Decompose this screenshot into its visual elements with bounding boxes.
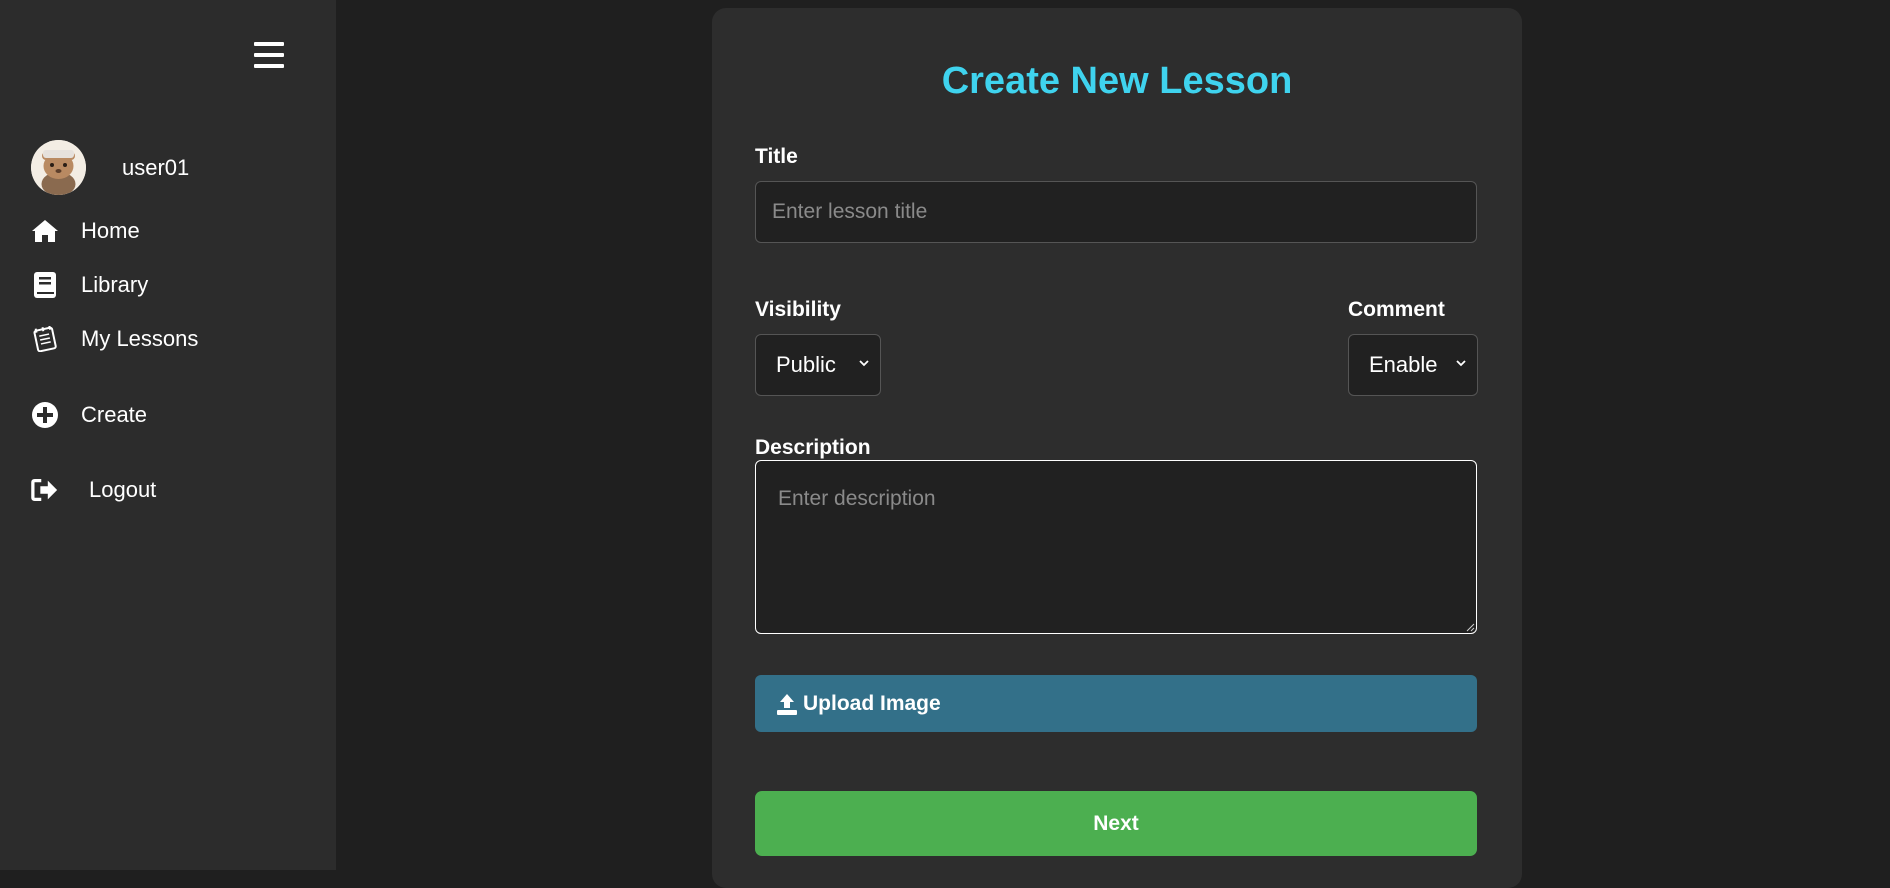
sign-out-icon: [31, 476, 59, 504]
notepad-icon: [31, 325, 59, 353]
sidebar-item-home[interactable]: Home: [31, 217, 140, 245]
sidebar-item-my-lessons[interactable]: My Lessons: [31, 325, 198, 353]
lesson-title-input[interactable]: [755, 181, 1477, 243]
sidebar-item-label: Logout: [89, 477, 157, 502]
sidebar-item-logout[interactable]: Logout: [31, 476, 156, 504]
hamburger-menu-icon[interactable]: [254, 40, 284, 70]
upload-image-label: Upload Image: [803, 691, 941, 715]
create-lesson-panel: Create New Lesson Title Visibility Publi…: [712, 8, 1522, 888]
comment-select-value: Enable: [1369, 352, 1438, 377]
page-title: Create New Lesson: [941, 60, 1293, 102]
next-button[interactable]: Next: [755, 791, 1477, 856]
plus-circle-icon: [31, 401, 59, 429]
comment-select[interactable]: Enable: [1348, 334, 1478, 396]
next-label: Next: [1093, 811, 1139, 835]
title-label: Title: [755, 145, 798, 168]
visibility-select-value: Public: [776, 352, 836, 377]
description-textarea[interactable]: [755, 460, 1477, 634]
sidebar-item-label: Home: [81, 218, 140, 243]
username: user01: [122, 154, 190, 180]
description-label: Description: [755, 436, 871, 459]
book-icon: [31, 271, 59, 299]
chevron-down-icon: [1456, 360, 1466, 367]
user-profile[interactable]: user01: [31, 140, 189, 195]
sidebar-item-library[interactable]: Library: [31, 271, 148, 299]
sidebar-item-label: Create: [81, 402, 148, 427]
chevron-down-icon: [859, 360, 869, 367]
upload-icon: [777, 693, 797, 715]
sidebar: user01 Home Library My Lessons Create Lo…: [0, 0, 336, 870]
sidebar-item-create[interactable]: Create: [31, 401, 147, 429]
sidebar-item-label: Library: [81, 272, 149, 297]
home-icon: [31, 217, 59, 245]
sidebar-item-label: My Lessons: [81, 326, 199, 351]
avatar: [31, 140, 86, 195]
resize-grip-icon[interactable]: [1465, 622, 1475, 632]
comment-label: Comment: [1348, 298, 1445, 321]
visibility-select[interactable]: Public: [755, 334, 881, 396]
upload-image-button[interactable]: Upload Image: [755, 675, 1477, 732]
visibility-label: Visibility: [755, 298, 841, 321]
